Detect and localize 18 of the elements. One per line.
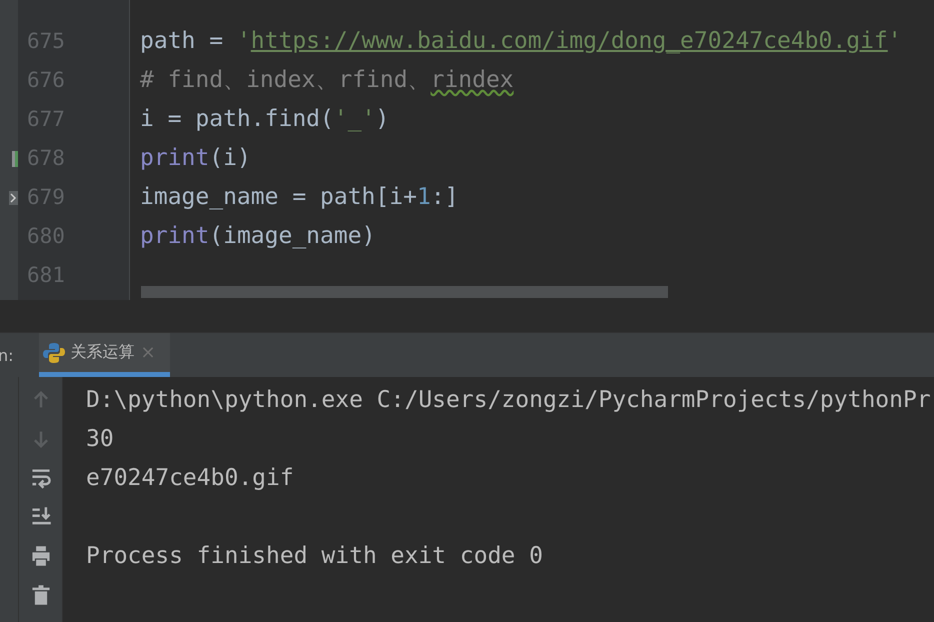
code-line: # find、index、rfind、rindex: [140, 66, 514, 95]
scrollbar[interactable]: [141, 286, 668, 298]
print-icon[interactable]: [30, 545, 52, 567]
console-line: e70247ce4b0.gif: [86, 464, 294, 493]
console-line: D:\python\python.exe C:/Users/zongzi/PycharmProjects/pythonPr: [86, 386, 931, 415]
python-icon: [42, 342, 65, 364]
code-line: image_name = path[i+1:]: [140, 183, 459, 212]
fold-icon[interactable]: [9, 190, 18, 204]
code-line: print(i): [140, 144, 251, 173]
code-line: print(image_name): [140, 222, 376, 251]
code-line: i = path.find('_'): [140, 105, 390, 134]
console-line: Process finished with exit code 0: [86, 542, 543, 571]
wrap-icon[interactable]: [30, 467, 52, 489]
console-line: 30: [86, 425, 114, 454]
code-line: path = 'https://www.baidu.com/img/dong_e70247ce4b0.gif': [140, 27, 902, 56]
run-tab[interactable]: 关系运算 ×: [38, 333, 170, 377]
change-marker[interactable]: [12, 150, 18, 166]
trash-icon[interactable]: [30, 584, 52, 606]
